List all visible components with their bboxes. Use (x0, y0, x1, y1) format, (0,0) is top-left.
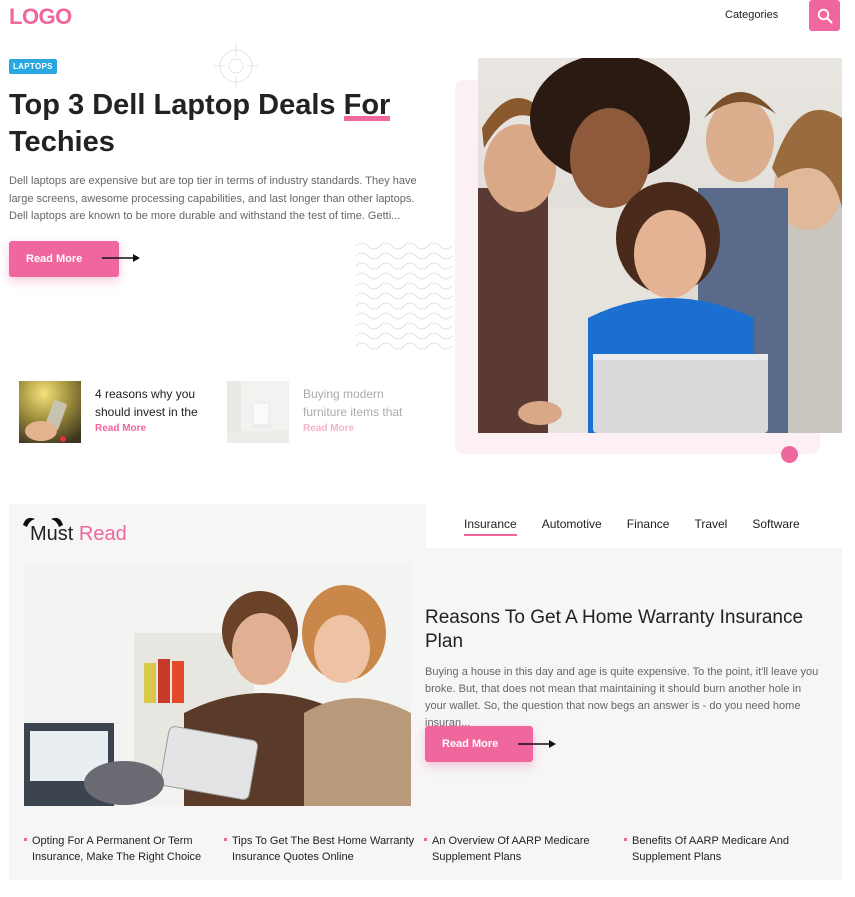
must-read-heading-part2: Read (78, 523, 127, 545)
logo[interactable]: LOGO (9, 4, 72, 30)
mini-post-card[interactable]: Buying modern furniture items that Read … (227, 381, 423, 443)
arrow-right-icon (518, 740, 556, 748)
mini-post-title[interactable]: Buying modern furniture items that (303, 385, 423, 421)
mini-post-thumbnail[interactable] (227, 381, 289, 443)
tab-finance[interactable]: Finance (627, 517, 670, 536)
related-link[interactable]: Benefits Of AARP Medicare And Supplement… (624, 833, 824, 865)
mini-post-read-more[interactable]: Read More (95, 423, 215, 434)
arrow-right-icon (102, 254, 140, 262)
hero-title[interactable]: Top 3 Dell Laptop Deals For Techies (9, 87, 429, 161)
search-icon (817, 8, 832, 23)
related-link[interactable]: An Overview Of AARP Medicare Supplement … (424, 833, 624, 865)
tab-software[interactable]: Software (752, 517, 799, 536)
featured-post-image[interactable] (24, 563, 411, 806)
mini-post-read-more[interactable]: Read More (303, 423, 423, 434)
featured-post-description: Buying a house in this day and age is qu… (425, 666, 819, 729)
mini-post-thumbnail[interactable] (19, 381, 81, 443)
hero-title-highlight: For (343, 89, 391, 121)
search-button[interactable] (809, 0, 840, 31)
hero-description: Dell laptops are expensive but are top t… (9, 175, 417, 222)
crosshair-decoration (214, 44, 258, 88)
hero-image[interactable] (478, 58, 842, 433)
mini-post-title[interactable]: 4 reasons why you should invest in the (95, 385, 215, 421)
category-badge[interactable]: LAPTOPS (9, 59, 57, 74)
tab-travel[interactable]: Travel (694, 517, 727, 536)
wave-pattern-decoration (356, 242, 453, 350)
related-links: Opting For A Permanent Or Term Insurance… (24, 833, 824, 865)
related-link[interactable]: Tips To Get The Best Home Warranty Insur… (224, 833, 424, 865)
hero-title-part2: Techies (9, 126, 115, 158)
featured-read-more-label: Read More (442, 738, 499, 750)
hero-read-more-label: Read More (26, 253, 83, 265)
featured-read-more-button[interactable]: Read More (425, 726, 533, 762)
carousel-dot[interactable] (781, 446, 798, 463)
related-link[interactable]: Opting For A Permanent Or Term Insurance… (24, 833, 224, 865)
mini-post-card[interactable]: 4 reasons why you should invest in the R… (19, 381, 215, 443)
hero-title-part1: Top 3 Dell Laptop Deals (9, 89, 344, 121)
nav-categories[interactable]: Categories (725, 9, 778, 21)
featured-post-title[interactable]: Reasons To Get A Home Warranty Insurance… (425, 606, 825, 654)
must-read-heading: Must Read (30, 523, 127, 546)
category-tabs: Insurance Automotive Finance Travel Soft… (464, 517, 825, 536)
tab-insurance[interactable]: Insurance (464, 517, 517, 536)
must-read-heading-part1: Must (30, 523, 79, 545)
tab-automotive[interactable]: Automotive (542, 517, 602, 536)
